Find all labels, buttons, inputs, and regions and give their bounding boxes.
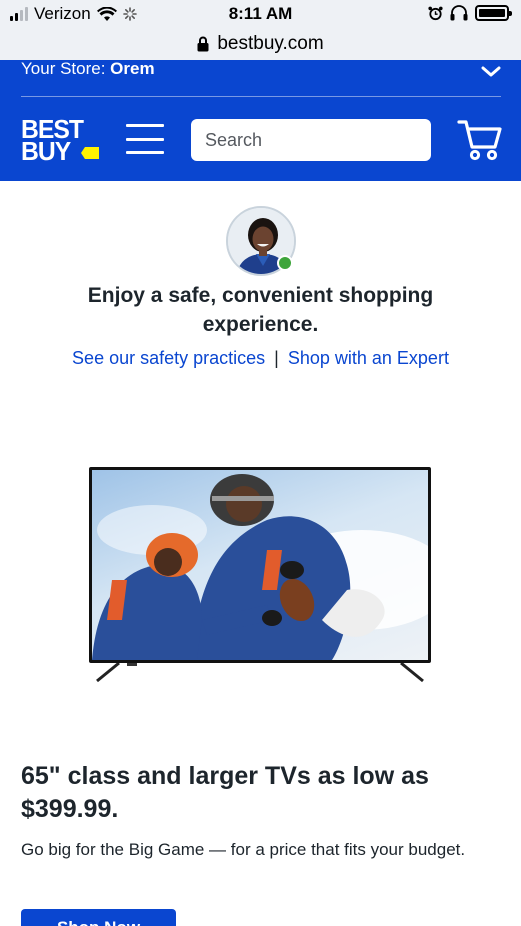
status-bar: Verizon 8:11 AM [0,0,521,28]
store-name: Orem [110,59,155,78]
tv-stand [96,663,424,683]
store-label: Your Store: [21,59,106,78]
tv-promo-image[interactable] [89,467,431,685]
battery-icon [475,5,512,21]
status-right [428,5,512,21]
online-status-icon [277,255,293,271]
promo-subtitle: Go big for the Big Game — for a price th… [21,840,466,859]
best-buy-logo[interactable]: BEST BUY [21,116,101,164]
football-players-image [92,470,428,660]
lock-icon [197,36,209,52]
expert-heading: Enjoy a safe, convenient shopping experi… [87,284,434,336]
search-box[interactable] [191,119,437,161]
safety-practices-link[interactable]: See our safety practices [72,348,265,368]
cart-icon[interactable] [457,117,503,161]
menu-icon[interactable] [126,124,164,154]
search-input[interactable] [205,129,437,151]
link-separator: | [274,348,279,368]
shop-with-expert-link[interactable]: Shop with an Expert [288,348,449,368]
alarm-icon [428,6,443,20]
store-selector[interactable]: Your Store: Orem [21,59,501,97]
expert-links: See our safety practices | Shop with an Ex… [0,348,521,369]
tv-screen [89,467,431,663]
store-text: Your Store: Orem [21,59,155,79]
shop-now-button[interactable]: Shop Now [21,909,176,926]
headphones-icon [450,5,468,21]
browser-address-bar[interactable]: bestbuy.com [0,28,521,60]
promo-title: 65" class and larger TVs as low as $399.… [21,762,429,823]
browser-url: bestbuy.com [217,33,324,54]
chevron-down-icon[interactable] [481,66,501,78]
site-header: Your Store: Orem BEST BUY [0,59,521,181]
